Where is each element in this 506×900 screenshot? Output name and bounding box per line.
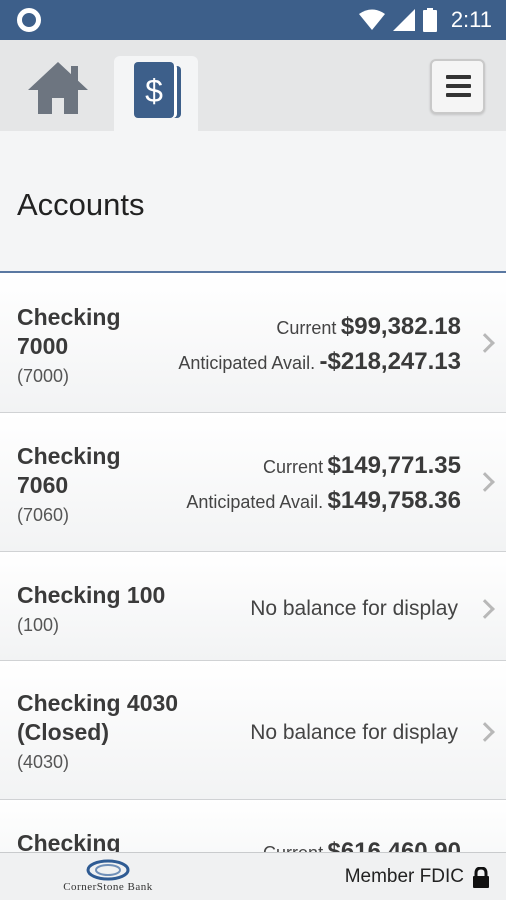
- anticipated-balance: Anticipated Avail. -$218,247.13: [178, 348, 461, 375]
- account-row[interactable]: Checking 7000 (7000) Current $99,382.18 …: [0, 275, 506, 413]
- status-time: 2:11: [450, 7, 492, 32]
- page-title: Accounts: [17, 187, 145, 222]
- signal-icon: [392, 9, 415, 31]
- chevron-right-icon: [475, 599, 495, 619]
- account-number: (7000): [17, 366, 70, 386]
- no-balance-text: No balance for display: [250, 597, 458, 620]
- bank-logo: CornerStone Bank: [48, 859, 168, 897]
- svg-text:$: $: [145, 73, 163, 109]
- tab-accounts[interactable]: $: [114, 56, 198, 131]
- account-row[interactable]: Checking 7060 (7060) Current $149,771.35…: [0, 413, 506, 552]
- account-number: (100): [17, 615, 60, 635]
- account-name: Checking 100: [17, 582, 166, 608]
- account-row[interactable]: Checking 4030 (Closed) (4030) No balance…: [0, 661, 506, 800]
- current-balance: Current $99,382.18: [276, 313, 461, 340]
- bank-logo-icon: [86, 859, 130, 881]
- footer: CornerStone Bank Member FDIC: [0, 852, 506, 900]
- home-button[interactable]: [24, 58, 92, 118]
- member-fdic-text: Member FDIC: [344, 866, 464, 887]
- home-icon: [28, 62, 88, 114]
- account-number: (4030): [17, 752, 70, 772]
- account-name: Checking 4030 (Closed): [17, 690, 179, 745]
- current-balance: Current $149,771.35: [263, 452, 461, 479]
- page-header: Accounts: [0, 131, 506, 273]
- status-icons: 2:11: [358, 0, 492, 40]
- chevron-right-icon: [475, 472, 495, 492]
- lock-icon: [473, 867, 489, 888]
- status-bar: 2:11: [0, 0, 506, 40]
- no-balance-text: No balance for display: [250, 721, 458, 744]
- account-name: Checking 7060: [17, 443, 121, 498]
- wifi-icon: [358, 9, 385, 30]
- dollar-cards-icon: $: [134, 62, 181, 118]
- account-number: (7060): [17, 505, 70, 525]
- chevron-right-icon: [475, 722, 495, 742]
- chevron-right-icon: [475, 333, 495, 353]
- bank-name: CornerStone Bank: [63, 881, 153, 893]
- account-name: Checking 7000: [17, 304, 121, 359]
- menu-button[interactable]: [430, 59, 485, 114]
- circle-notification-icon: [17, 8, 41, 32]
- anticipated-balance: Anticipated Avail. $149,758.36: [186, 487, 461, 514]
- battery-icon: [422, 8, 437, 32]
- account-row[interactable]: Checking 100 (100) No balance for displa…: [0, 552, 506, 661]
- top-navigation: $: [0, 40, 506, 131]
